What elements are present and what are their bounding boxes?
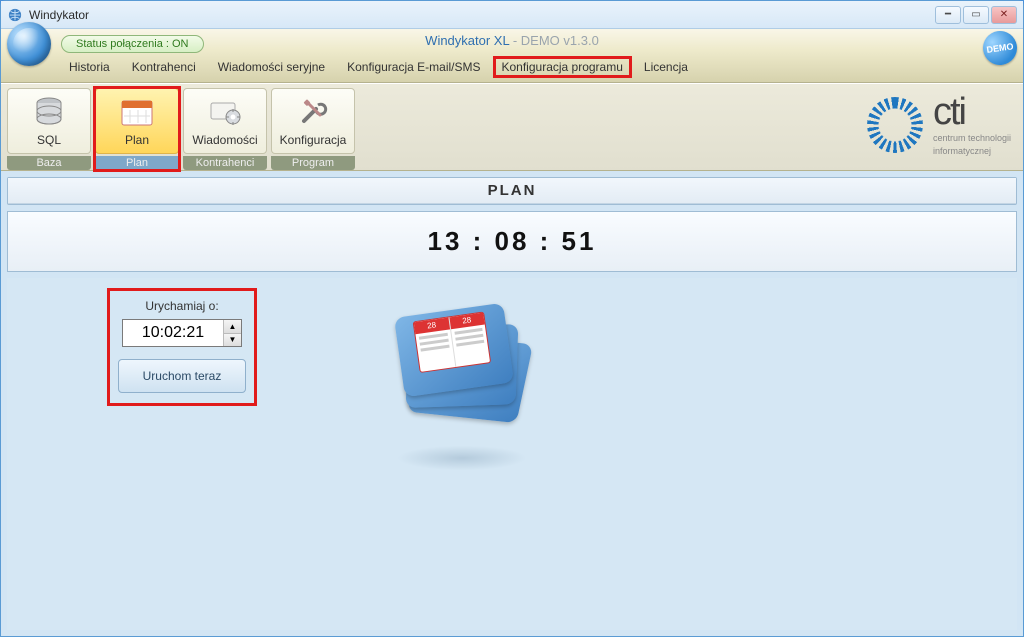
connection-status: Status połączenia : ON (61, 35, 204, 53)
ribbon-btn-label: Konfiguracja (280, 133, 347, 147)
spin-up-icon[interactable]: ▲ (224, 320, 241, 334)
ribbon-plan-button[interactable]: Plan (95, 88, 179, 154)
titlebar: Windykator ━ ▭ ✕ (1, 1, 1023, 29)
launch-box: Urychamiaj o: 10:02:21 ▲ ▼ Uruchom teraz (107, 288, 257, 406)
run-now-button[interactable]: Uruchom teraz (118, 359, 246, 393)
calendar-graphic-icon: 28 28 (413, 311, 492, 373)
message-settings-icon (208, 95, 242, 129)
ribbon-group-plan: Plan Plan (95, 88, 179, 170)
time-spinner[interactable]: ▲ ▼ (223, 320, 241, 346)
calendar-icon (120, 95, 154, 129)
menu-konfiguracja-programu[interactable]: Konfiguracja programu (493, 56, 632, 78)
ribbon-group-label: Baza (7, 156, 91, 170)
database-icon (32, 95, 66, 129)
tools-icon (296, 95, 330, 129)
spin-down-icon[interactable]: ▼ (224, 334, 241, 347)
window-title: Windykator (29, 8, 89, 22)
launch-time-value: 10:02:21 (123, 320, 223, 346)
ribbon-btn-label: Plan (125, 133, 149, 147)
app-window: Windykator ━ ▭ ✕ Status połączenia : ON … (0, 0, 1024, 637)
content-area: PLAN 13 : 08 : 51 Urychamiaj o: 10:02:21… (1, 171, 1023, 636)
menu-licencja[interactable]: Licencja (634, 55, 698, 79)
logo-text-line2: informatycznej (933, 146, 1011, 157)
menu-kontrahenci[interactable]: Kontrahenci (122, 55, 206, 79)
ribbon: SQL Baza Plan Plan (1, 83, 1023, 171)
header: Status połączenia : ON Windykator XL - D… (1, 29, 1023, 83)
app-icon (7, 7, 23, 23)
ribbon-sql-button[interactable]: SQL (7, 88, 91, 154)
launch-label: Urychamiaj o: (118, 299, 246, 313)
menu-konfiguracja-email-sms[interactable]: Konfiguracja E-mail/SMS (337, 55, 490, 79)
ribbon-group-baza: SQL Baza (7, 88, 91, 170)
maximize-button[interactable]: ▭ (963, 6, 989, 24)
logo-text-line1: centrum technologii (933, 133, 1011, 144)
ribbon-wiadomosci-button[interactable]: Wiadomości (183, 88, 267, 154)
launch-time-input[interactable]: 10:02:21 ▲ ▼ (122, 319, 242, 347)
ribbon-group-kontrahenci: Wiadomości Kontrahenci (183, 88, 267, 170)
clock-display: 13 : 08 : 51 (7, 211, 1017, 272)
close-button[interactable]: ✕ (991, 6, 1017, 24)
menu-historia[interactable]: Historia (59, 55, 120, 79)
logo-swirl-icon (867, 97, 923, 153)
ribbon-btn-label: Wiadomości (192, 133, 257, 147)
ribbon-konfiguracja-button[interactable]: Konfiguracja (271, 88, 355, 154)
menu-bar: Historia Kontrahenci Wiadomości seryjne … (1, 55, 1023, 79)
globe-icon (7, 22, 51, 66)
brand-logo: cti centrum technologii informatycznej (867, 90, 1011, 160)
logo-text-big: cti (933, 93, 1011, 131)
panel-title: PLAN (8, 178, 1016, 204)
ribbon-group-label: Plan (95, 156, 179, 170)
ribbon-group-program: Konfiguracja Program (271, 88, 355, 170)
ribbon-group-label: Kontrahenci (183, 156, 267, 170)
plan-body: Urychamiaj o: 10:02:21 ▲ ▼ Uruchom teraz… (7, 278, 1017, 630)
plan-graphic: 28 28 (387, 298, 537, 428)
plan-panel: PLAN (7, 177, 1017, 205)
menu-wiadomosci-seryjne[interactable]: Wiadomości seryjne (208, 55, 335, 79)
ribbon-btn-label: SQL (37, 133, 61, 147)
ribbon-group-label: Program (271, 156, 355, 170)
minimize-button[interactable]: ━ (935, 6, 961, 24)
